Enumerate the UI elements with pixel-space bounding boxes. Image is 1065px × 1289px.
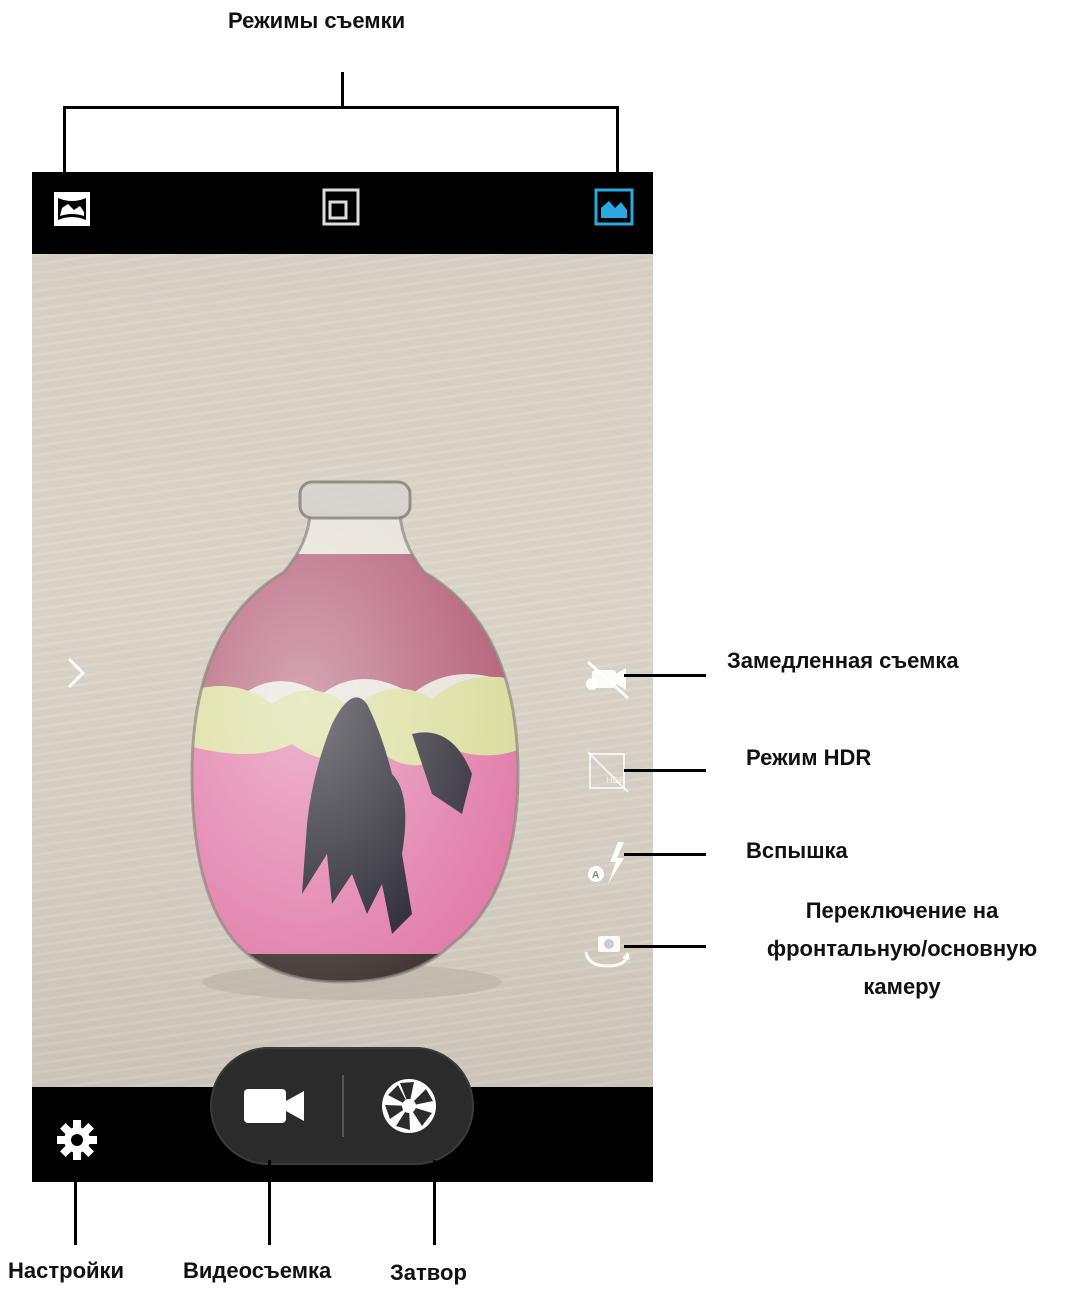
annotation-flash: Вспышка xyxy=(746,838,848,863)
leader-slow-motion xyxy=(624,674,706,677)
capture-controls xyxy=(210,1047,474,1165)
bracket-stem xyxy=(341,72,344,108)
video-camera-icon[interactable] xyxy=(242,1087,306,1125)
sand-bottle-photo xyxy=(190,480,520,1000)
picture-in-picture-mode-icon[interactable] xyxy=(322,188,360,226)
bracket-left-leg xyxy=(63,106,66,176)
viewfinder[interactable]: HDR A xyxy=(32,254,653,1087)
photo-mode-icon[interactable] xyxy=(594,188,634,226)
camera-screen: HDR A xyxy=(32,172,653,1182)
pill-divider xyxy=(342,1075,344,1137)
annotation-switch-camera: Переключение на фронтальную/основную кам… xyxy=(732,892,1065,1006)
annotation-video: Видеосъемка xyxy=(183,1258,332,1283)
leader-shutter xyxy=(433,1160,436,1245)
annotation-switch-camera-line3: камеру xyxy=(863,974,941,999)
mode-bar xyxy=(32,172,653,254)
annotation-slow-motion: Замедленная съемка xyxy=(727,648,959,673)
annotation-shooting-modes: Режимы съемки xyxy=(228,8,406,33)
hdr-off-icon[interactable]: HDR xyxy=(586,750,630,794)
bracket-right-leg xyxy=(616,106,619,176)
svg-text:HDR: HDR xyxy=(606,775,626,785)
annotation-settings: Настройки xyxy=(8,1258,125,1283)
svg-text:A: A xyxy=(592,870,599,881)
gear-icon[interactable] xyxy=(56,1119,98,1161)
chevron-right-icon[interactable] xyxy=(64,656,88,690)
switch-camera-icon[interactable] xyxy=(582,932,632,970)
leader-flash xyxy=(624,853,706,856)
shutter-aperture-icon[interactable] xyxy=(380,1077,438,1135)
bracket-horizontal xyxy=(63,106,619,109)
annotation-hdr: Режим HDR xyxy=(746,745,872,770)
panorama-mode-icon[interactable] xyxy=(52,190,92,228)
annotation-shutter: Затвор xyxy=(390,1260,467,1285)
leader-video xyxy=(268,1160,271,1245)
annotation-switch-camera-line1: Переключение на xyxy=(805,898,999,923)
annotation-switch-camera-line2: фронтальную/основную xyxy=(766,936,1038,961)
leader-settings xyxy=(74,1165,77,1245)
leader-hdr xyxy=(624,769,706,772)
flash-auto-icon[interactable]: A xyxy=(584,840,630,886)
leader-switch-camera xyxy=(624,945,706,948)
slow-motion-off-icon[interactable] xyxy=(584,658,632,700)
